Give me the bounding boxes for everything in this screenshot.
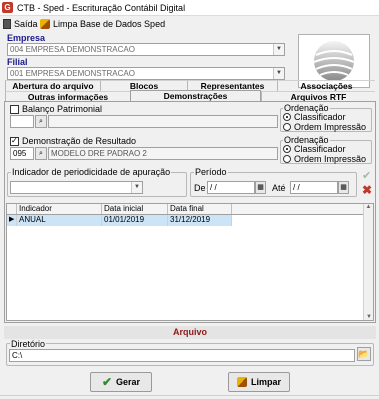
periodo-de-input[interactable]: / / [207, 181, 255, 194]
grid-header-indicator [7, 204, 17, 214]
scroll-up-icon[interactable]: ▲ [364, 204, 373, 210]
brush-icon [236, 377, 247, 387]
folder-icon: 📂 [358, 349, 370, 359]
empresa-label: Empresa [7, 33, 46, 43]
filial-combo[interactable]: 001 EMPRESA DEMONSTRACAO ▼ [7, 67, 285, 80]
window-title: CTB - Sped - Escrituração Contábil Digit… [17, 3, 186, 13]
demonstracao-checkbox[interactable]: Demonstração de Resultado [10, 136, 136, 146]
gerar-label: Gerar [116, 377, 141, 387]
balanco-search-button[interactable]: ⌕ [35, 115, 47, 128]
grid-header-data-final[interactable]: Data final [168, 204, 232, 214]
folder-browse-button[interactable]: 📂 [357, 347, 371, 361]
balanco-radio-classificador[interactable]: Classificador [283, 112, 346, 122]
periodo-grid: Indicador Data inicial Data final ▶ ANUA… [6, 203, 374, 321]
periodo-label: Período [194, 167, 228, 177]
demonstracao-checkbox-box[interactable] [10, 136, 19, 146]
limpar-button[interactable]: Limpar [228, 372, 290, 392]
empresa-value: 004 EMPRESA DEMONSTRACAO [10, 45, 135, 54]
periodo-de-label: De [194, 183, 206, 193]
balanco-label: Balanço Patrimonial [22, 104, 103, 114]
radio-dot[interactable] [283, 123, 291, 131]
checkmark-icon: ✔ [101, 375, 113, 389]
radio-label: Ordem Impressão [294, 154, 367, 164]
indicador-label: Indicador de periodicidade de apuração [11, 167, 172, 177]
demonstracao-code-input[interactable]: 095 [10, 147, 34, 160]
balanco-checkbox[interactable]: Balanço Patrimonial [10, 104, 102, 114]
limpar-label: Limpar [250, 377, 281, 387]
demonstracao-search-button[interactable]: ⌕ [35, 147, 47, 160]
demonstracao-radio-classificador[interactable]: Classificador [283, 144, 346, 154]
chevron-down-icon[interactable]: ▼ [273, 68, 284, 79]
grid-vertical-scrollbar[interactable]: ▲ ▼ [363, 204, 373, 320]
diretorio-input[interactable]: C:\ [9, 349, 355, 362]
radio-label: Ordem Impressão [294, 122, 367, 132]
door-exit-icon [3, 18, 11, 29]
table-row[interactable]: ▶ ANUAL 01/01/2019 31/12/2019 [7, 215, 232, 226]
chevron-down-icon[interactable]: ▼ [131, 182, 142, 193]
cell-indicador[interactable]: ANUAL [17, 215, 102, 226]
chevron-down-icon[interactable]: ▼ [273, 44, 284, 55]
green-check-icon[interactable]: ✔ [362, 171, 371, 182]
grid-header: Indicador Data inicial Data final [7, 204, 373, 215]
menu-saida[interactable]: Saída [3, 17, 38, 30]
cell-data-inicial[interactable]: 01/01/2019 [102, 215, 168, 226]
menu-bar: Saída Limpa Base de Dados Sped [0, 16, 379, 31]
status-bar [0, 395, 379, 399]
radio-dot[interactable] [283, 145, 291, 153]
demonstracao-label: Demonstração de Resultado [22, 136, 137, 146]
radio-label: Classificador [294, 112, 346, 122]
cell-data-final[interactable]: 31/12/2019 [168, 215, 232, 226]
gerar-button[interactable]: ✔ Gerar [90, 372, 152, 392]
menu-saida-label: Saída [14, 18, 38, 29]
calendar-icon: ▦ [340, 184, 347, 191]
balanco-name-field [48, 115, 278, 128]
grid-header-indicador[interactable]: Indicador [17, 204, 102, 214]
red-x-icon[interactable]: ✖ [362, 184, 372, 196]
balanco-code-input[interactable] [10, 115, 34, 128]
periodo-ate-label: Até [272, 183, 286, 193]
periodo-de-calendar-button[interactable]: ▦ [255, 181, 266, 194]
empresa-combo[interactable]: 004 EMPRESA DEMONSTRACAO ▼ [7, 43, 285, 56]
scroll-down-icon[interactable]: ▼ [364, 314, 374, 320]
tab-associacoes[interactable]: Associações [277, 80, 375, 91]
diretorio-label: Diretório [10, 339, 47, 349]
menu-limpa-label: Limpa Base de Dados Sped [53, 18, 166, 29]
demonstracao-name-field: MODELO DRE PADRAO 2 [48, 147, 278, 160]
app-logo-icon: G [2, 2, 13, 13]
indicador-combo[interactable]: ▼ [10, 181, 143, 194]
balanco-radio-ordem[interactable]: Ordem Impressão [283, 122, 366, 132]
brush-icon [40, 18, 50, 29]
row-pointer-icon: ▶ [7, 215, 17, 226]
arquivo-section-header: Arquivo [4, 326, 376, 339]
periodo-ate-calendar-button[interactable]: ▦ [338, 181, 349, 194]
filial-value: 001 EMPRESA DEMONSTRACAO [10, 69, 135, 78]
demonstracao-radio-ordem[interactable]: Ordem Impressão [283, 154, 366, 164]
radio-dot[interactable] [283, 155, 291, 163]
radio-label: Classificador [294, 144, 346, 154]
title-bar: G CTB - Sped - Escrituração Contábil Dig… [0, 0, 379, 16]
menu-limpa-base[interactable]: Limpa Base de Dados Sped [40, 17, 165, 30]
tab-abertura[interactable]: Abertura do arquivo [5, 80, 100, 91]
binoculars-icon: ⌕ [39, 118, 43, 125]
filial-label: Filial [7, 57, 28, 67]
binoculars-icon: ⌕ [39, 150, 43, 157]
grid-header-data-inicial[interactable]: Data inicial [102, 204, 168, 214]
balanco-checkbox-box[interactable] [10, 104, 19, 114]
periodo-ate-input[interactable]: / / [290, 181, 338, 194]
calendar-icon: ▦ [257, 184, 264, 191]
radio-dot[interactable] [283, 113, 291, 121]
